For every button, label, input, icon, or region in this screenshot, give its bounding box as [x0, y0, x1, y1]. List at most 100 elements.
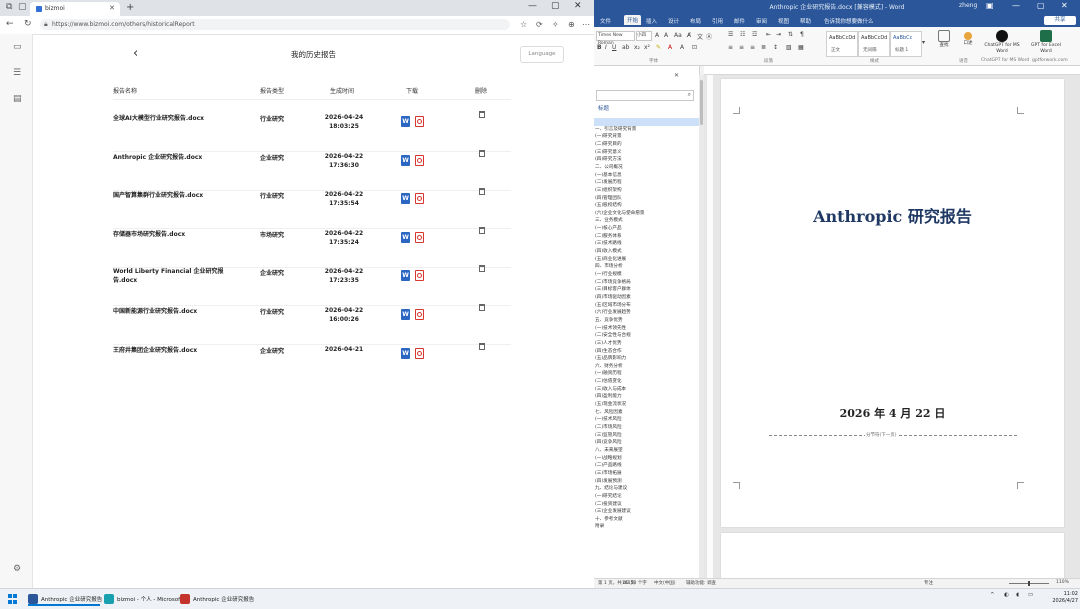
extensions-icon[interactable]: ⟳	[536, 20, 543, 29]
document-page[interactable]: Anthropic 研究报告 2026 年 4 月 22 日 分节符(下一页)	[721, 79, 1064, 527]
document-date[interactable]: 2026 年 4 月 22 日	[721, 405, 1064, 421]
status-language[interactable]: 中文(中国)	[654, 580, 676, 586]
nav-heading-item[interactable]: (一)基本信息	[594, 172, 699, 180]
font-color-icon[interactable]: A	[668, 44, 672, 51]
nav-heading-item[interactable]: (一)战略规划	[594, 455, 699, 463]
word-close-icon[interactable]: ✕	[1061, 1, 1068, 10]
start-windows-icon[interactable]	[8, 594, 18, 604]
nav-heading-item[interactable]: (四)竞争风险	[594, 439, 699, 447]
align-center-icon[interactable]: ≡	[739, 44, 744, 51]
ribbon-tab[interactable]: 设计	[668, 17, 679, 25]
nav-heading-item[interactable]: (二)服务体系	[594, 233, 699, 241]
signed-in-user[interactable]: zheng	[959, 2, 977, 9]
highlight-icon[interactable]: ✎	[656, 44, 661, 51]
underline-icon[interactable]: U	[612, 44, 616, 51]
status-focus[interactable]: 专注	[924, 580, 933, 586]
nav-heading-item[interactable]: (四)生态合作	[594, 348, 699, 356]
ribbon-tab[interactable]: 布局	[690, 17, 701, 25]
grow-font-icon[interactable]: A	[655, 32, 659, 39]
nav-heading-item[interactable]: 四、市场分析	[594, 263, 699, 271]
nav-heading-item[interactable]: (三)收入与成本	[594, 386, 699, 394]
sidebar-panel-icon[interactable]: ▭	[13, 42, 22, 52]
favorite-star-icon[interactable]: ☆	[520, 20, 527, 29]
nav-heading-item[interactable]: (二)市场竞争格局	[594, 279, 699, 287]
back-icon[interactable]: ←	[6, 19, 14, 29]
url-text[interactable]: https://www.bizmoi.com/others/historical…	[52, 21, 195, 28]
split-screen-icon[interactable]: ⊕	[568, 20, 575, 29]
justify-icon[interactable]: ≣	[761, 44, 766, 51]
find-button[interactable]: 查找	[934, 30, 954, 49]
sidebar-clipboard-icon[interactable]: ▤	[13, 94, 22, 104]
ribbon-tab[interactable]: 文件	[600, 17, 611, 25]
new-tab-button[interactable]: +	[126, 2, 134, 13]
chatgpt-for-ms-word-button[interactable]: ChatGPT for MS Word	[982, 30, 1022, 54]
char-border-icon[interactable]: ⊡	[692, 44, 697, 51]
nav-search-input[interactable]: ⌕	[596, 90, 694, 101]
font-name-select[interactable]: Times New Roman	[596, 31, 635, 46]
delete-trash-icon[interactable]	[479, 188, 485, 196]
bullets-icon[interactable]: ☰	[728, 31, 733, 38]
nav-heading-item[interactable]: (四)管理团队	[594, 195, 699, 203]
nav-heading-item[interactable]: (五)股权结构	[594, 202, 699, 210]
nav-heading-item[interactable]: (四)市场驱动因素	[594, 294, 699, 302]
nav-heading-item[interactable]: 八、未来展望	[594, 447, 699, 455]
download-word-icon[interactable]: W	[401, 116, 410, 127]
collections-icon[interactable]: ✧	[552, 20, 559, 29]
font-size-select[interactable]: 小四	[636, 31, 652, 41]
nav-heading-item[interactable]: (三)组织架构	[594, 187, 699, 195]
style-normal[interactable]: AaBbCcDd 正文	[826, 31, 858, 57]
nav-heading-item[interactable]: (二)研究目的	[594, 141, 699, 149]
increase-indent-icon[interactable]: ⇥	[776, 31, 781, 38]
align-right-icon[interactable]: ≡	[750, 44, 755, 51]
nav-heading-item[interactable]: (三)监管风险	[594, 432, 699, 440]
delete-trash-icon[interactable]	[479, 226, 485, 234]
numbering-icon[interactable]: ☷	[740, 31, 745, 38]
line-spacing-icon[interactable]: ↕	[773, 44, 778, 51]
vertical-ruler[interactable]	[707, 75, 713, 578]
download-pdf-icon[interactable]	[415, 231, 424, 243]
taskbar-item-pdf[interactable]: Anthropic 企业研究报告	[180, 592, 260, 606]
ribbon-tab[interactable]: 开始	[624, 15, 642, 25]
refresh-icon[interactable]: ↻	[24, 19, 32, 29]
decrease-indent-icon[interactable]: ⇤	[766, 31, 771, 38]
nav-heading-item[interactable]: (四)收入模式	[594, 248, 699, 256]
sidebar-list-icon[interactable]: ☰	[13, 68, 21, 78]
download-pdf-icon[interactable]	[415, 193, 424, 205]
nav-heading-item[interactable]: 三、业务模式	[594, 217, 699, 225]
close-tab-icon[interactable]: ✕	[109, 4, 115, 12]
nav-heading-item[interactable]: (五)现金流状况	[594, 401, 699, 409]
char-shading-icon[interactable]: A	[680, 44, 684, 51]
nav-heading-item[interactable]: (三)企业发展建议	[594, 508, 699, 516]
status-accessibility[interactable]: 辅助功能: 调查	[686, 580, 716, 586]
nav-heading-item[interactable]: 六、财务分析	[594, 363, 699, 371]
italic-icon[interactable]: I	[605, 44, 607, 51]
delete-trash-icon[interactable]	[479, 149, 485, 157]
nav-tab-headings[interactable]: 标题	[598, 104, 609, 112]
delete-trash-icon[interactable]	[479, 304, 485, 311]
dictate-button[interactable]: 口述	[957, 30, 979, 47]
nav-heading-item[interactable]: (三)技术路线	[594, 240, 699, 248]
shading-icon[interactable]: ▧	[786, 44, 792, 51]
delete-trash-icon[interactable]	[479, 342, 485, 350]
download-word-icon[interactable]: W	[401, 193, 410, 205]
nav-heading-item[interactable]: (五)区域市场分布	[594, 302, 699, 310]
nav-heading-item[interactable]: (三)目标客户群体	[594, 286, 699, 294]
taskbar-item-edge[interactable]: bizmoi - 个人 - Microsoft	[104, 592, 182, 606]
gpt-for-excel-word-button[interactable]: GPT for Excel Word	[1026, 30, 1066, 54]
tray-chevron-icon[interactable]: ^	[990, 592, 995, 598]
nav-heading-item[interactable]: (一)研究背景	[594, 133, 699, 141]
change-case-icon[interactable]: Aa	[674, 32, 682, 39]
nav-heading-item[interactable]: (五)品牌影响力	[594, 355, 699, 363]
borders-icon[interactable]: ▦	[798, 44, 804, 51]
nav-heading-item[interactable]: (一)融资历程	[594, 370, 699, 378]
nav-pane-close-icon[interactable]: ✕	[674, 72, 679, 79]
status-words[interactable]: 16158 个字	[622, 580, 647, 586]
nav-heading-item[interactable]: 五、竞争优势	[594, 317, 699, 325]
system-clock[interactable]: 11:02 2026/4/27	[1044, 591, 1078, 605]
nav-heading-item[interactable]: 一、引言及研究背景	[594, 126, 699, 134]
enclose-char-icon[interactable]: Ⓐ	[706, 32, 712, 41]
nav-heading-item[interactable]: (一)行业规模	[594, 271, 699, 279]
download-pdf-icon[interactable]	[415, 270, 424, 282]
ribbon-tab[interactable]: 插入	[646, 17, 657, 25]
nav-heading-item[interactable]: (四)研究方法	[594, 156, 699, 164]
